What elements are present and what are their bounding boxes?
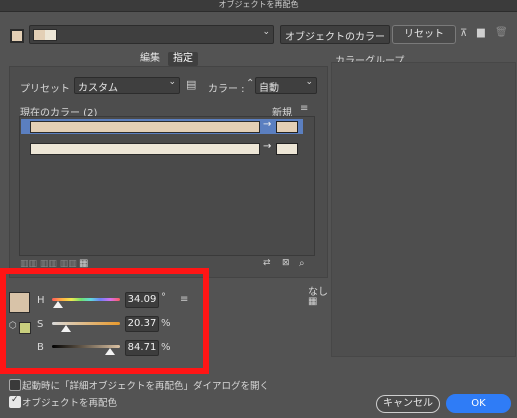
preset-dropdown[interactable]: カスタム ⌄ [74, 77, 180, 94]
color-count-dropdown[interactable]: 自動 ⌄ [255, 77, 317, 94]
current-color-bar[interactable] [30, 121, 260, 133]
chevron-down-icon: ⌄ [305, 77, 313, 87]
color-row[interactable]: → [21, 119, 303, 134]
color-row[interactable]: → [21, 141, 303, 156]
window-title: オブジェクトを再配色 [218, 0, 299, 9]
trash-icon[interactable]: 🗑 [495, 27, 508, 38]
new-color-swatch[interactable] [276, 121, 298, 133]
recolor-checkbox[interactable] [9, 395, 21, 408]
exclude-icon[interactable]: ⊠ [282, 258, 290, 268]
tab-edit[interactable]: 編集 [136, 52, 164, 66]
tab-assign-label: 指定 [173, 53, 193, 64]
arrow-right-icon[interactable]: → [263, 119, 271, 130]
find-icon[interactable]: ⌕ [299, 258, 305, 269]
cancel-button[interactable]: キャンセル [376, 395, 440, 413]
tab-edit-label: 編集 [140, 53, 160, 64]
object-colors-label: オブジェクトのカラー [285, 32, 385, 43]
color-count-value: 自動 [259, 83, 279, 94]
ok-button-label: OK [471, 398, 486, 409]
preset-options-icon[interactable]: ▤ [186, 78, 196, 91]
folder-icon[interactable]: ▆ [477, 27, 485, 38]
current-color-bar[interactable] [30, 143, 260, 155]
arrow-right-icon[interactable]: → [263, 141, 271, 152]
swatch-grid-icon[interactable]: ▦ [308, 296, 317, 307]
color-count-label: カラー : [208, 84, 245, 95]
cancel-button-label: キャンセル [383, 398, 433, 409]
preset-label: プリセット : [20, 84, 77, 95]
reset-button[interactable]: リセット [392, 25, 456, 44]
menu-icon[interactable]: ≡ [300, 103, 308, 114]
highlight-frame [0, 268, 209, 374]
open-on-start-checkbox[interactable] [9, 379, 21, 391]
reset-button-label: リセット [404, 29, 444, 40]
preset-value: カスタム [78, 83, 118, 94]
chevron-down-icon: ⌄ [262, 27, 270, 37]
save-color-group-icon[interactable]: ⊼ [460, 28, 467, 39]
current-colors-list [19, 116, 315, 256]
chevron-down-icon: ⌄ [168, 77, 176, 87]
object-colors-field[interactable]: オブジェクトのカラー [280, 25, 390, 44]
color-dropdown[interactable]: ⌄ [29, 25, 274, 44]
recolor-label: オブジェクトを再配色 [22, 398, 118, 409]
open-on-start-label: 起動時に「詳細オブジェクトを再配色」ダイアログを開く [22, 381, 270, 392]
arrange-icon[interactable]: ⇄ [263, 258, 271, 268]
color-stepper-icon[interactable]: ⌃ [246, 78, 254, 89]
new-color-swatch[interactable] [276, 143, 298, 155]
ok-button[interactable]: OK [446, 394, 511, 413]
tab-assign[interactable]: 指定 [168, 52, 198, 66]
fill-swatch-icon[interactable] [10, 29, 24, 43]
color-group-panel [331, 62, 516, 357]
color-dropdown-swatches [33, 29, 57, 41]
